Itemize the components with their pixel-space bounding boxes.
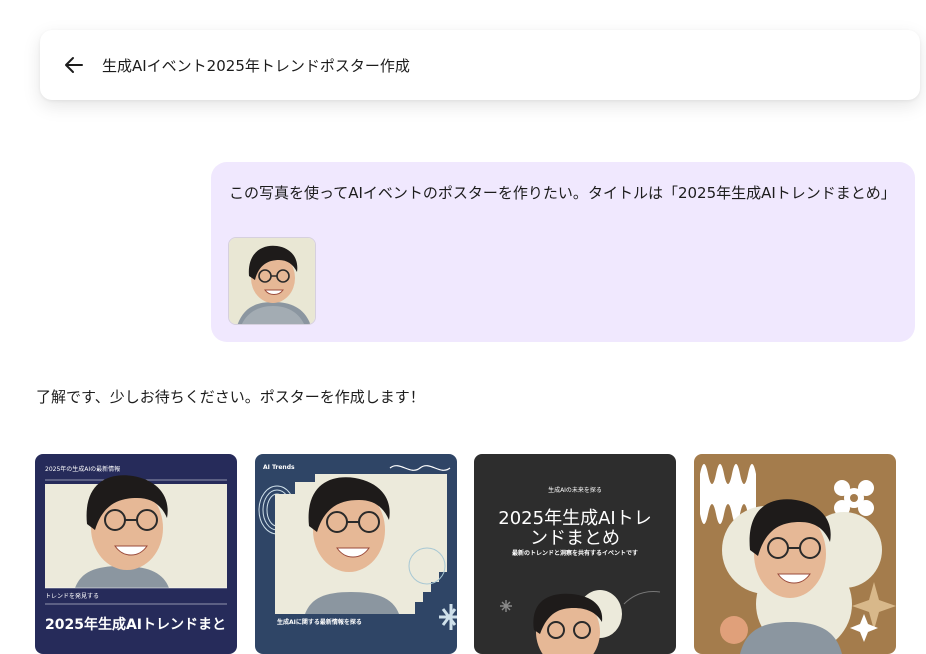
poster-card-1[interactable]: 2025年の生成AIの最新情報 トレンドを発見する 2025年生成AIトレンドま… (35, 454, 237, 654)
arrow-left-icon (65, 57, 83, 73)
back-button[interactable] (54, 45, 94, 85)
user-message-bubble: この写真を使ってAIイベントのポスターを作りたい。タイトルは「2025年生成AI… (211, 162, 915, 342)
poster-card-3[interactable]: 生成AIの未来を探る 2025年生成AIトレ ンドまとめ 最新のトレンドと洞察を… (474, 454, 676, 654)
poster-2-bottom-label: 生成AIに関する最新情報を探る (277, 618, 362, 626)
conversation-title: 生成AIイベント2025年トレンドポスター作成 (102, 56, 410, 75)
poster-card-2[interactable]: AI Trends 生成AIに関する最新情報を探る (255, 454, 457, 654)
poster-3-title-line1: 2025年生成AIトレ (498, 508, 651, 529)
poster-3-top-label: 生成AIの未来を探る (548, 486, 602, 494)
poster-1-mid-label: トレンドを発見する (45, 592, 99, 600)
poster-3-title-line2: ンドまとめ (530, 528, 620, 549)
poster-1-top-label: 2025年の生成AIの最新情報 (45, 465, 120, 473)
poster-3-subtitle: 最新のトレンドと洞察を共有するイベントです (512, 549, 638, 557)
user-message-text: この写真を使ってAIイベントのポスターを作りたい。タイトルは「2025年生成AI… (229, 184, 896, 202)
attached-photo-thumbnail[interactable] (228, 237, 316, 325)
poster-2-top-label: AI Trends (263, 464, 295, 471)
conversation-header: 生成AIイベント2025年トレンドポスター作成 (40, 30, 920, 100)
assistant-message-text: 了解です、少しお待ちください。ポスターを作成します！ (36, 388, 425, 406)
poster-card-4[interactable] (694, 454, 896, 654)
poster-1-title: 2025年生成AIトレンドまと (45, 616, 226, 633)
